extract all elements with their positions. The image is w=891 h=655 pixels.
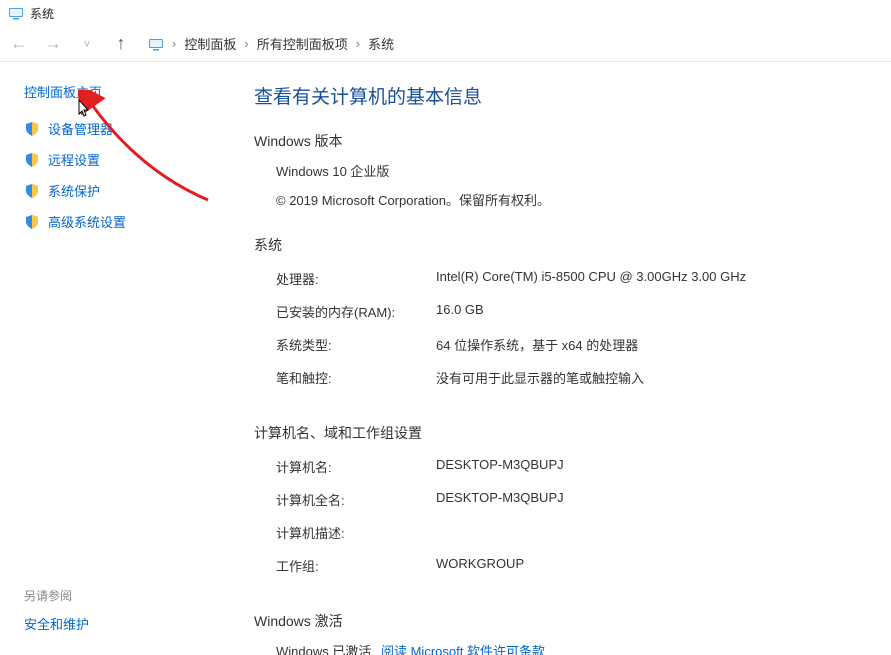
back-button[interactable]: ← — [8, 33, 30, 55]
sidebar-link-label: 系统保护 — [48, 181, 100, 200]
forward-button[interactable]: → — [42, 33, 64, 55]
kv-val: 64 位操作系统，基于 x64 的处理器 — [436, 335, 638, 354]
system-icon — [8, 5, 24, 21]
naming-row-description: 计算机描述: — [254, 519, 871, 552]
activation-status-text: Windows 已激活 — [276, 644, 371, 655]
shield-icon — [24, 183, 40, 199]
kv-val: DESKTOP-M3QBUPJ — [436, 457, 564, 476]
naming-row-full-name: 计算机全名: DESKTOP-M3QBUPJ — [254, 486, 871, 519]
kv-key: 系统类型: — [276, 335, 436, 354]
chevron-right-icon: › — [354, 36, 362, 51]
kv-key: 计算机名: — [276, 457, 436, 476]
kv-key: 已安装的内存(RAM): — [276, 302, 436, 321]
title-bar: 系统 — [0, 0, 891, 26]
page-heading: 查看有关计算机的基本信息 — [254, 82, 871, 109]
system-row-type: 系统类型: 64 位操作系统，基于 x64 的处理器 — [254, 331, 871, 364]
license-terms-link[interactable]: 阅读 Microsoft 软件许可条款 — [381, 644, 545, 655]
breadcrumb-mid[interactable]: 所有控制面板项 — [257, 34, 348, 53]
kv-key: 笔和触控: — [276, 368, 436, 387]
monitor-icon — [148, 36, 164, 52]
sidebar-link-system-protection[interactable]: 系统保护 — [24, 181, 230, 200]
breadcrumb-root[interactable]: 控制面板 — [184, 34, 236, 53]
copyright-text: © 2019 Microsoft Corporation。保留所有权利。 — [254, 190, 871, 209]
recent-dropdown[interactable]: ˅ — [76, 33, 98, 55]
system-row-ram: 已安装的内存(RAM): 16.0 GB — [254, 298, 871, 331]
kv-val: 没有可用于此显示器的笔或触控输入 — [436, 368, 644, 387]
windows-edition: Windows 10 企业版 — [254, 161, 871, 180]
naming-row-workgroup: 工作组: WORKGROUP — [254, 552, 871, 585]
content-panel: 查看有关计算机的基本信息 Windows 版本 Windows 10 企业版 ©… — [230, 62, 891, 655]
kv-val: 16.0 GB — [436, 302, 484, 321]
kv-val: DESKTOP-M3QBUPJ — [436, 490, 564, 509]
section-activation-title: Windows 激活 — [254, 611, 871, 631]
kv-key: 处理器: — [276, 269, 436, 288]
shield-icon — [24, 121, 40, 137]
control-panel-home-link[interactable]: 控制面板主页 — [24, 82, 102, 101]
system-row-processor: 处理器: Intel(R) Core(TM) i5-8500 CPU @ 3.0… — [254, 265, 871, 298]
kv-val: Intel(R) Core(TM) i5-8500 CPU @ 3.00GHz … — [436, 269, 746, 288]
sidebar-link-label: 设备管理器 — [48, 119, 113, 138]
sidebar-link-remote-settings[interactable]: 远程设置 — [24, 150, 230, 169]
see-also-label: 另请参阅 — [24, 587, 230, 604]
breadcrumb[interactable]: › 控制面板 › 所有控制面板项 › 系统 — [144, 34, 883, 53]
nav-bar: ← → ˅ ↑ › 控制面板 › 所有控制面板项 › 系统 — [0, 26, 891, 62]
activation-status-line: Windows 已激活 阅读 Microsoft 软件许可条款 — [254, 641, 871, 655]
up-button[interactable]: ↑ — [110, 33, 132, 55]
sidebar: 控制面板主页 设备管理器 远程设置 系统保护 — [0, 62, 230, 655]
sidebar-link-label: 高级系统设置 — [48, 212, 126, 231]
system-row-pen-touch: 笔和触控: 没有可用于此显示器的笔或触控输入 — [254, 364, 871, 397]
sidebar-link-label: 远程设置 — [48, 150, 100, 169]
chevron-right-icon: › — [242, 36, 250, 51]
section-edition-title: Windows 版本 — [254, 131, 871, 151]
section-naming-title: 计算机名、域和工作组设置 — [254, 423, 871, 443]
sidebar-link-advanced-settings[interactable]: 高级系统设置 — [24, 212, 230, 231]
chevron-right-icon: › — [170, 36, 178, 51]
kv-key: 工作组: — [276, 556, 436, 575]
naming-row-computer-name: 计算机名: DESKTOP-M3QBUPJ — [254, 453, 871, 486]
shield-icon — [24, 214, 40, 230]
kv-key: 计算机描述: — [276, 523, 436, 542]
kv-val: WORKGROUP — [436, 556, 524, 575]
shield-icon — [24, 152, 40, 168]
security-maintenance-link[interactable]: 安全和维护 — [24, 614, 230, 633]
breadcrumb-leaf[interactable]: 系统 — [368, 34, 394, 53]
kv-key: 计算机全名: — [276, 490, 436, 509]
section-system-title: 系统 — [254, 235, 871, 255]
sidebar-link-device-manager[interactable]: 设备管理器 — [24, 119, 230, 138]
window-title: 系统 — [30, 5, 54, 22]
